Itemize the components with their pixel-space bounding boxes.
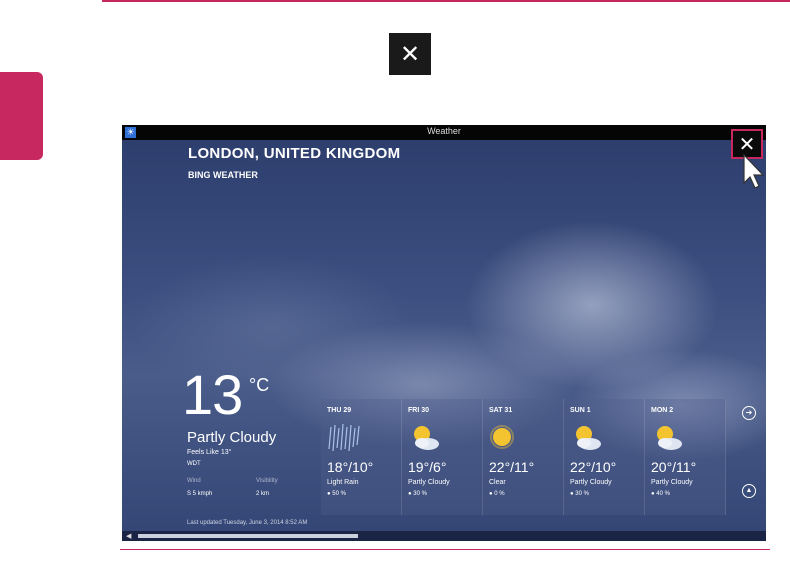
up-arrow-icon[interactable]: ▲ bbox=[742, 484, 756, 498]
forecast-precipitation: ● 30 % bbox=[570, 491, 589, 497]
partly-cloudy-icon bbox=[414, 426, 439, 450]
forecast-day-name: SAT 31 bbox=[489, 407, 513, 414]
forecast-day[interactable]: FRI 30 19°/6° Partly Cloudy ● 30 % bbox=[402, 399, 483, 515]
forecast-day-name: MON 2 bbox=[651, 407, 674, 414]
forecast-day[interactable]: SUN 1 22°/10° Partly Cloudy ● 30 % bbox=[564, 399, 645, 515]
raindrop-icon: ● bbox=[408, 491, 412, 497]
raindrop-icon: ● bbox=[489, 491, 493, 497]
forecast-precipitation: ● 30 % bbox=[408, 491, 427, 497]
sun-icon bbox=[490, 425, 514, 449]
forecast-condition: Light Rain bbox=[327, 479, 359, 486]
last-updated: Last updated Tuesday, June 3, 2014 8:52 … bbox=[187, 520, 308, 526]
current-condition: Partly Cloudy bbox=[187, 429, 277, 446]
forecast-precipitation: ● 0 % bbox=[489, 491, 505, 497]
partly-cloudy-icon bbox=[657, 426, 682, 450]
close-icon: ✕ bbox=[389, 33, 431, 75]
visibility-label: Visibility bbox=[256, 478, 278, 484]
forecast-temperature: 22°/10° bbox=[570, 459, 617, 475]
raindrop-icon: ● bbox=[570, 491, 574, 497]
forecast-day-name: SUN 1 bbox=[570, 407, 591, 414]
forecast-precipitation: ● 40 % bbox=[651, 491, 670, 497]
forecast-day[interactable]: SAT 31 22°/11° Clear ● 0 % bbox=[483, 399, 564, 515]
wind-label: Wind bbox=[187, 478, 201, 484]
station-code: WDT bbox=[187, 461, 201, 467]
scrollbar-thumb[interactable] bbox=[138, 534, 358, 538]
scroll-left-icon[interactable]: ◀ bbox=[126, 532, 131, 540]
rain-icon bbox=[328, 423, 360, 452]
window-title: Weather bbox=[427, 126, 461, 136]
wind-value: S 5 kmph bbox=[187, 491, 213, 497]
title-bar: ☀ Weather bbox=[122, 125, 766, 140]
forecast-day-name: THU 29 bbox=[327, 407, 352, 414]
raindrop-icon: ● bbox=[651, 491, 655, 497]
feels-like: Feels Like 13° bbox=[187, 449, 232, 456]
forecast-temperature: 22°/11° bbox=[489, 459, 535, 475]
forecast-day-name: FRI 30 bbox=[408, 407, 430, 414]
current-temperature: 13 bbox=[182, 363, 243, 426]
weather-app-window: ☀ Weather ✕ LONDON, UNITED KINGDOM BING … bbox=[122, 125, 766, 541]
location-title[interactable]: LONDON, UNITED KINGDOM bbox=[188, 145, 400, 162]
horizontal-scrollbar[interactable]: ◀ bbox=[122, 531, 766, 541]
forecast-condition: Partly Cloudy bbox=[408, 479, 450, 486]
forecast-condition: Clear bbox=[489, 479, 506, 486]
visibility-value: 2 km bbox=[256, 491, 270, 497]
next-arrow-icon[interactable]: ➔ bbox=[742, 406, 756, 420]
forecast-day[interactable]: MON 2 20°/11° Partly Cloudy ● 40 % bbox=[645, 399, 726, 515]
forecast-condition: Partly Cloudy bbox=[570, 479, 612, 486]
forecast-temperature: 19°/6° bbox=[408, 459, 447, 475]
chapter-tab bbox=[0, 72, 43, 160]
daily-forecast: THU 29 18°/10° Light Rain ● 50 % FRI 30 bbox=[321, 399, 727, 515]
partly-cloudy-icon bbox=[576, 426, 601, 450]
forecast-temperature: 18°/10° bbox=[327, 459, 374, 475]
mouse-cursor-icon bbox=[743, 153, 765, 189]
forecast-day[interactable]: THU 29 18°/10° Light Rain ● 50 % bbox=[321, 399, 402, 515]
provider-label: BING WEATHER bbox=[188, 170, 258, 180]
temperature-unit[interactable]: °C bbox=[249, 375, 269, 396]
header-accent-line bbox=[102, 0, 790, 2]
footer-accent-line bbox=[120, 549, 770, 550]
forecast-condition: Partly Cloudy bbox=[651, 479, 693, 486]
forecast-temperature: 20°/11° bbox=[651, 459, 697, 475]
raindrop-icon: ● bbox=[327, 491, 331, 497]
forecast-precipitation: ● 50 % bbox=[327, 491, 346, 497]
